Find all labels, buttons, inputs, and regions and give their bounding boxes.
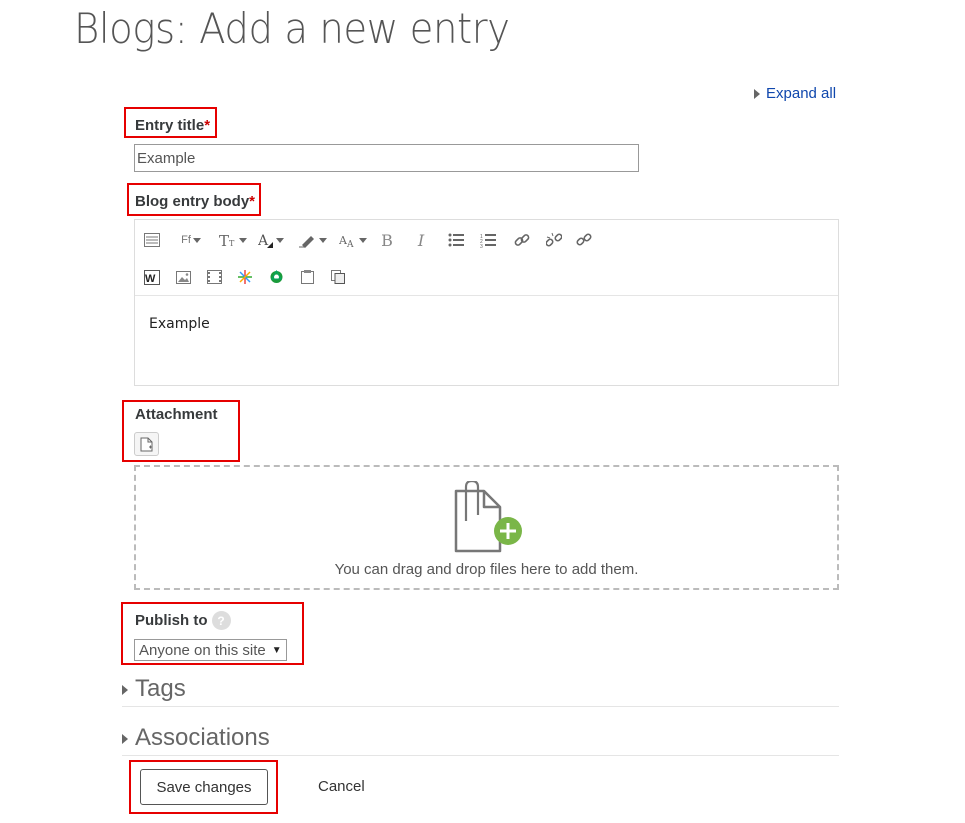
image-icon[interactable]: [172, 266, 194, 288]
chevron-down-icon: [276, 237, 284, 243]
file-upload-icon: [454, 481, 522, 553]
highlight-box-entry-title: [124, 107, 217, 138]
expand-all-label: Expand all: [766, 85, 837, 102]
chevron-down-icon: ▼: [271, 644, 282, 656]
highlight-box-blog-body: [127, 183, 261, 216]
svg-text:W: W: [145, 273, 156, 285]
editor-toolbar: Ff TT A AA B I 123 W: [135, 220, 838, 296]
section-associations[interactable]: Associations: [122, 725, 839, 756]
dropzone-text: You can drag and drop files here to add …: [334, 561, 639, 578]
unlink-icon[interactable]: [545, 229, 563, 251]
toolbar-row-1: Ff TT A AA B I 123: [141, 229, 593, 251]
wiris-icon[interactable]: [234, 266, 256, 288]
add-file-icon: [140, 437, 153, 451]
svg-text:A: A: [346, 240, 354, 248]
page-title: Blogs: Add a new entry: [74, 4, 510, 53]
caret-right-icon: [754, 88, 760, 99]
editor-content[interactable]: Example: [149, 316, 210, 332]
ordered-list-icon[interactable]: 123: [479, 229, 497, 251]
add-file-button[interactable]: [134, 432, 159, 456]
media-icon[interactable]: [203, 266, 225, 288]
entry-title-input[interactable]: [134, 144, 639, 172]
unordered-list-icon[interactable]: [447, 229, 465, 251]
svg-text:T: T: [229, 239, 235, 247]
italic-icon[interactable]: I: [413, 229, 429, 251]
font-family-icon[interactable]: Ff: [177, 229, 205, 251]
save-changes-button[interactable]: Save changes: [140, 769, 268, 805]
text-direction-icon[interactable]: AA: [339, 229, 367, 251]
chevron-down-icon: [359, 237, 367, 243]
chem-icon[interactable]: [265, 266, 287, 288]
svg-text:3: 3: [480, 244, 483, 248]
cancel-button[interactable]: Cancel: [318, 778, 365, 795]
expand-all-link[interactable]: Expand all: [754, 85, 836, 102]
font-color-icon[interactable]: A: [257, 229, 285, 251]
svg-text:A: A: [258, 233, 269, 248]
publish-to-selected: Anyone on this site: [139, 641, 266, 659]
section-tags[interactable]: Tags: [122, 676, 839, 707]
section-tags-title: Tags: [135, 675, 186, 702]
copy-icon[interactable]: [327, 266, 349, 288]
svg-text:T: T: [219, 233, 229, 247]
chevron-down-icon: [192, 237, 201, 243]
word-import-icon[interactable]: W: [141, 266, 163, 288]
anchor-icon[interactable]: [575, 229, 593, 251]
chevron-down-icon: [239, 237, 247, 243]
file-dropzone[interactable]: You can drag and drop files here to add …: [134, 465, 839, 590]
section-associations-title: Associations: [135, 724, 270, 751]
paste-icon[interactable]: [296, 266, 318, 288]
font-size-icon[interactable]: TT: [219, 229, 247, 251]
publish-to-select[interactable]: Anyone on this site ▼: [134, 639, 287, 661]
caret-right-icon: [122, 685, 128, 695]
link-icon[interactable]: [513, 229, 531, 251]
highlight-icon[interactable]: [299, 229, 327, 251]
toolbar-row-2: W: [141, 266, 349, 288]
chevron-down-icon: [319, 237, 327, 243]
caret-right-icon: [122, 734, 128, 744]
rich-text-editor: Ff TT A AA B I 123 W Example: [134, 219, 839, 386]
toolbar-toggle-icon[interactable]: [141, 229, 163, 251]
bold-icon[interactable]: B: [379, 229, 395, 251]
